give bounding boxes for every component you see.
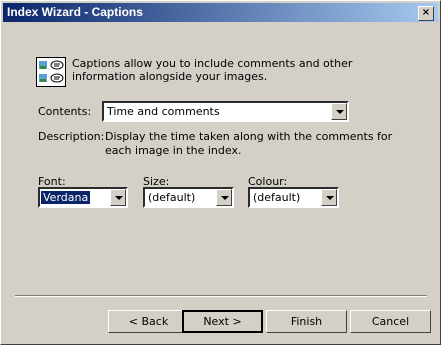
colour-value: (default) <box>253 191 301 204</box>
back-button[interactable]: < Back <box>108 310 189 333</box>
window-title: Index Wizard - Captions <box>7 5 143 19</box>
chevron-down-icon[interactable] <box>216 189 232 206</box>
intro-text: Captions allow you to include comments a… <box>72 57 353 83</box>
separator <box>15 295 427 297</box>
captions-icon <box>36 57 66 87</box>
size-select[interactable]: (default) <box>143 187 234 208</box>
description-label: Description: <box>38 130 105 143</box>
index-wizard-dialog: Index Wizard - Captions × Captions allow… <box>0 0 441 345</box>
title-bar[interactable]: Index Wizard - Captions × <box>3 3 438 22</box>
description-text: Display the time taken along with the co… <box>105 130 393 157</box>
chevron-down-icon[interactable] <box>110 189 126 206</box>
font-select[interactable]: Verdana <box>38 187 128 208</box>
colour-select[interactable]: (default) <box>248 187 339 208</box>
contents-select[interactable]: Time and comments <box>102 101 349 122</box>
contents-value: Time and comments <box>107 105 220 118</box>
close-button[interactable]: × <box>418 6 434 21</box>
contents-label: Contents: <box>38 105 92 118</box>
finish-button[interactable]: Finish <box>266 310 347 333</box>
chevron-down-icon[interactable] <box>331 103 347 120</box>
size-value: (default) <box>148 191 196 204</box>
font-value: Verdana <box>41 191 91 204</box>
cancel-button[interactable]: Cancel <box>350 310 431 333</box>
chevron-down-icon[interactable] <box>321 189 337 206</box>
next-button[interactable]: Next > <box>182 310 263 333</box>
